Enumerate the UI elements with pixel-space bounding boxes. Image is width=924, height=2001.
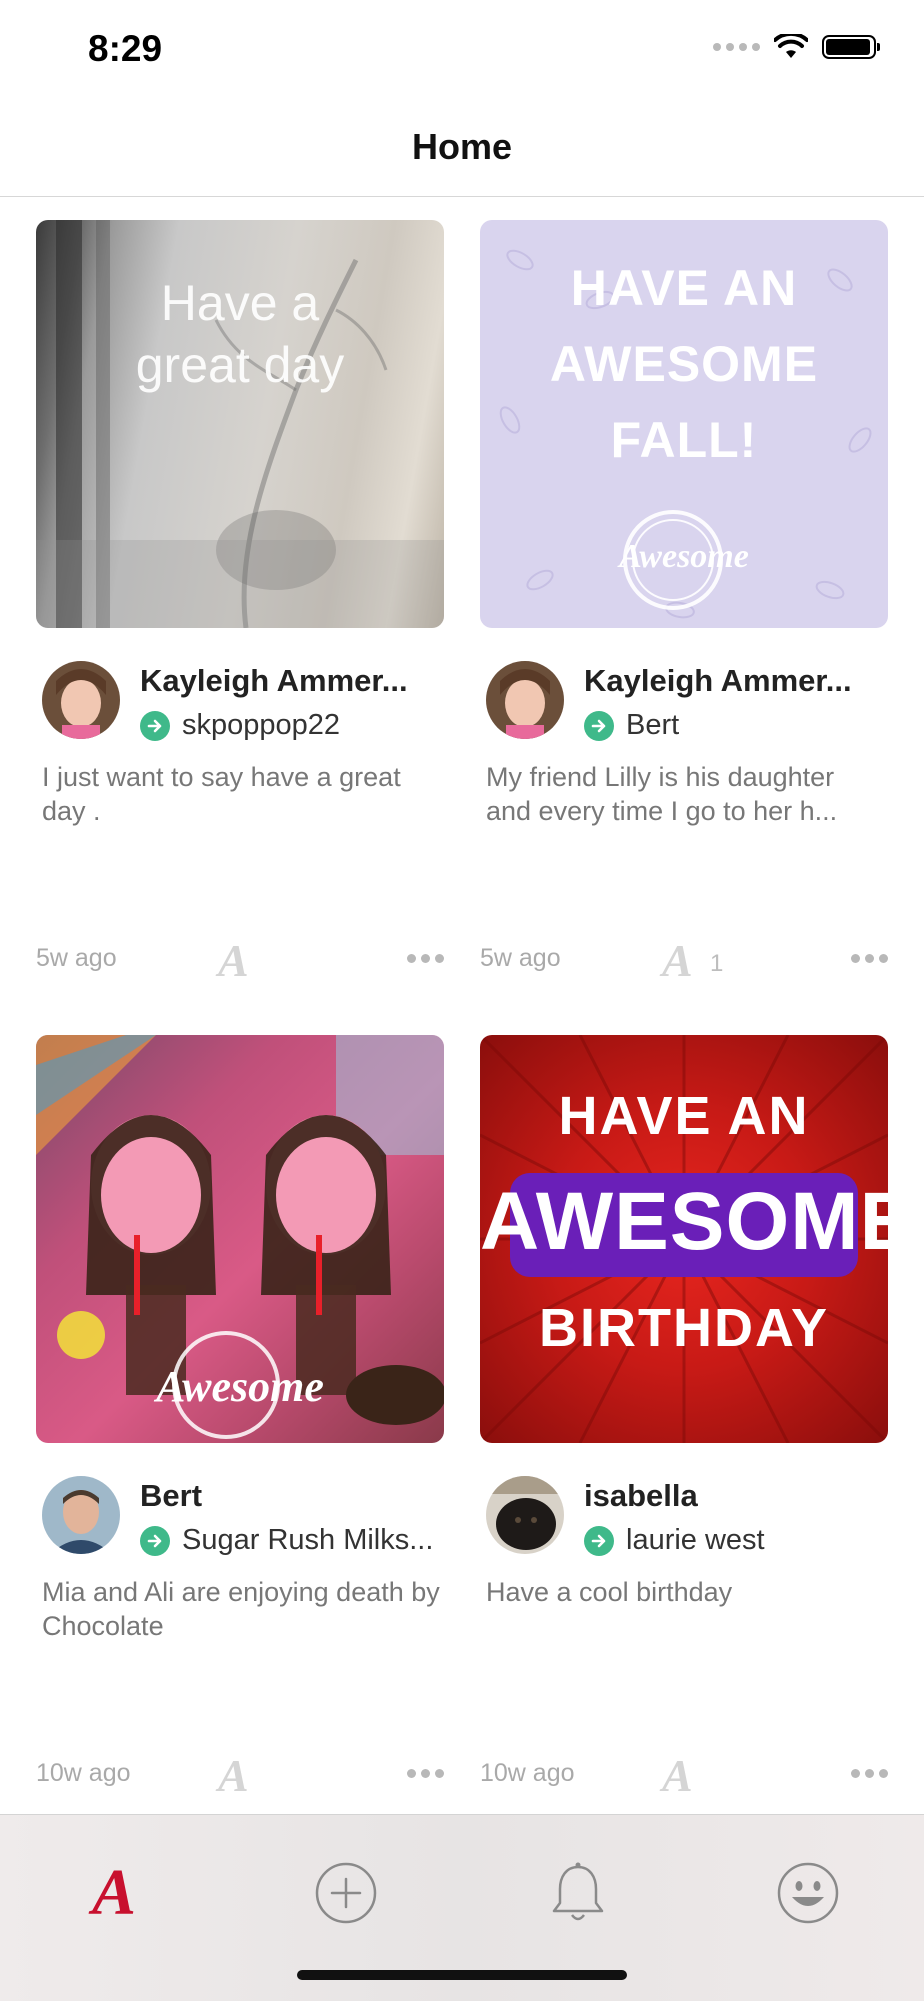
card-author[interactable]: isabella laurie west [486, 1474, 888, 1557]
cellular-signal-icon [713, 43, 760, 51]
bell-icon [552, 1862, 604, 1921]
status-time: 8:29 [88, 28, 163, 69]
navigation-bar: Home [0, 100, 924, 197]
caption-line: Have a [160, 275, 320, 331]
home-indicator [297, 1970, 627, 1980]
card-meta: 10w ago A [480, 1750, 888, 1801]
author-name: Kayleigh Ammer... [584, 663, 852, 698]
card-message: My friend Lilly is his daughter and ever… [486, 762, 838, 826]
recipient-name: Bert [626, 709, 680, 741]
card-meta: 10w ago A [36, 1750, 444, 1801]
recipient-name: skpoppop22 [182, 709, 341, 741]
more-options-icon[interactable] [407, 1769, 444, 1778]
card-image[interactable]: HAVE AN AWESOME FALL! Awesome [480, 220, 888, 628]
status-icons [713, 34, 880, 60]
card-author[interactable]: Bert Sugar Rush Milks... [42, 1474, 444, 1557]
card-message: Mia and Ali are enjoying death by Chocol… [42, 1577, 440, 1641]
awesome-a-icon[interactable]: A [218, 1749, 249, 1802]
arrow-right-icon [584, 1525, 614, 1556]
card-image[interactable]: Awesome [36, 1035, 444, 1443]
card-image-caption: Have a great day [36, 272, 444, 396]
avatar[interactable] [42, 661, 120, 739]
timestamp: 10w ago [480, 1759, 575, 1787]
card-message: Have a cool birthday [486, 1577, 733, 1607]
card-meta: 5w ago A [36, 935, 444, 986]
awesome-watermark: Awesome [619, 538, 749, 575]
tab-home[interactable]: A [74, 1853, 154, 1933]
more-options-icon[interactable] [851, 1769, 888, 1778]
awesome-a-icon[interactable]: A [662, 934, 693, 987]
author-name: Kayleigh Ammer... [140, 663, 408, 698]
caption-line: AWESOME [480, 1176, 888, 1267]
author-name: isabella [584, 1478, 698, 1513]
caption-line: FALL! [610, 412, 758, 468]
more-options-icon[interactable] [407, 954, 444, 963]
awesome-a-icon: A [91, 1856, 137, 1929]
timestamp: 5w ago [480, 944, 561, 972]
page-title: Home [411, 126, 513, 167]
caption-line: great day [135, 337, 345, 393]
awesome-a-icon[interactable]: A [662, 1749, 693, 1802]
caption-line: BIRTHDAY [538, 1298, 830, 1358]
battery-icon [822, 35, 880, 59]
recipient[interactable]: laurie west [584, 1524, 765, 1557]
smiley-icon [777, 1862, 839, 1924]
arrow-right-icon [140, 1525, 170, 1556]
recipient[interactable]: Bert [584, 709, 679, 742]
caption-line: HAVE AN [558, 1086, 810, 1146]
recipient[interactable]: Sugar Rush Milks... [140, 1524, 433, 1557]
avatar[interactable] [42, 1476, 120, 1554]
avatar[interactable] [486, 661, 564, 739]
tab-profile[interactable] [768, 1853, 848, 1933]
more-options-icon[interactable] [851, 954, 888, 963]
card-meta: 5w ago A 1 [480, 935, 888, 986]
arrow-right-icon [584, 710, 614, 741]
timestamp: 5w ago [36, 944, 117, 972]
recipient-name: Sugar Rush Milks... [182, 1524, 434, 1556]
caption-line: HAVE AN [570, 260, 798, 316]
recipient[interactable]: skpoppop22 [140, 709, 340, 742]
arrow-right-icon [140, 710, 170, 741]
card-message: I just want to say have a great day . [42, 762, 401, 826]
status-bar: 8:29 [0, 0, 924, 100]
card-author[interactable]: Kayleigh Ammer... skpoppop22 [42, 659, 444, 742]
awesome-watermark: Awesome [156, 1362, 324, 1411]
timestamp: 10w ago [36, 1759, 131, 1787]
author-name: Bert [140, 1478, 203, 1513]
avatar[interactable] [486, 1476, 564, 1554]
awesome-count: 1 [710, 950, 724, 977]
awesome-a-icon[interactable]: A [218, 934, 249, 987]
caption-line: AWESOME [549, 336, 819, 392]
card-image-caption: HAVE AN AWESOME FALL! [480, 250, 888, 478]
tab-create[interactable] [306, 1853, 386, 1933]
card-image[interactable]: HAVE AN AWESOME BIRTHDAY [480, 1035, 888, 1443]
card-author[interactable]: Kayleigh Ammer... Bert [486, 659, 888, 742]
tab-notifications[interactable] [538, 1853, 618, 1933]
plus-circle-icon [315, 1862, 377, 1924]
card-image[interactable]: Have a great day [36, 220, 444, 628]
recipient-name: laurie west [626, 1524, 765, 1556]
wifi-icon [774, 34, 808, 58]
